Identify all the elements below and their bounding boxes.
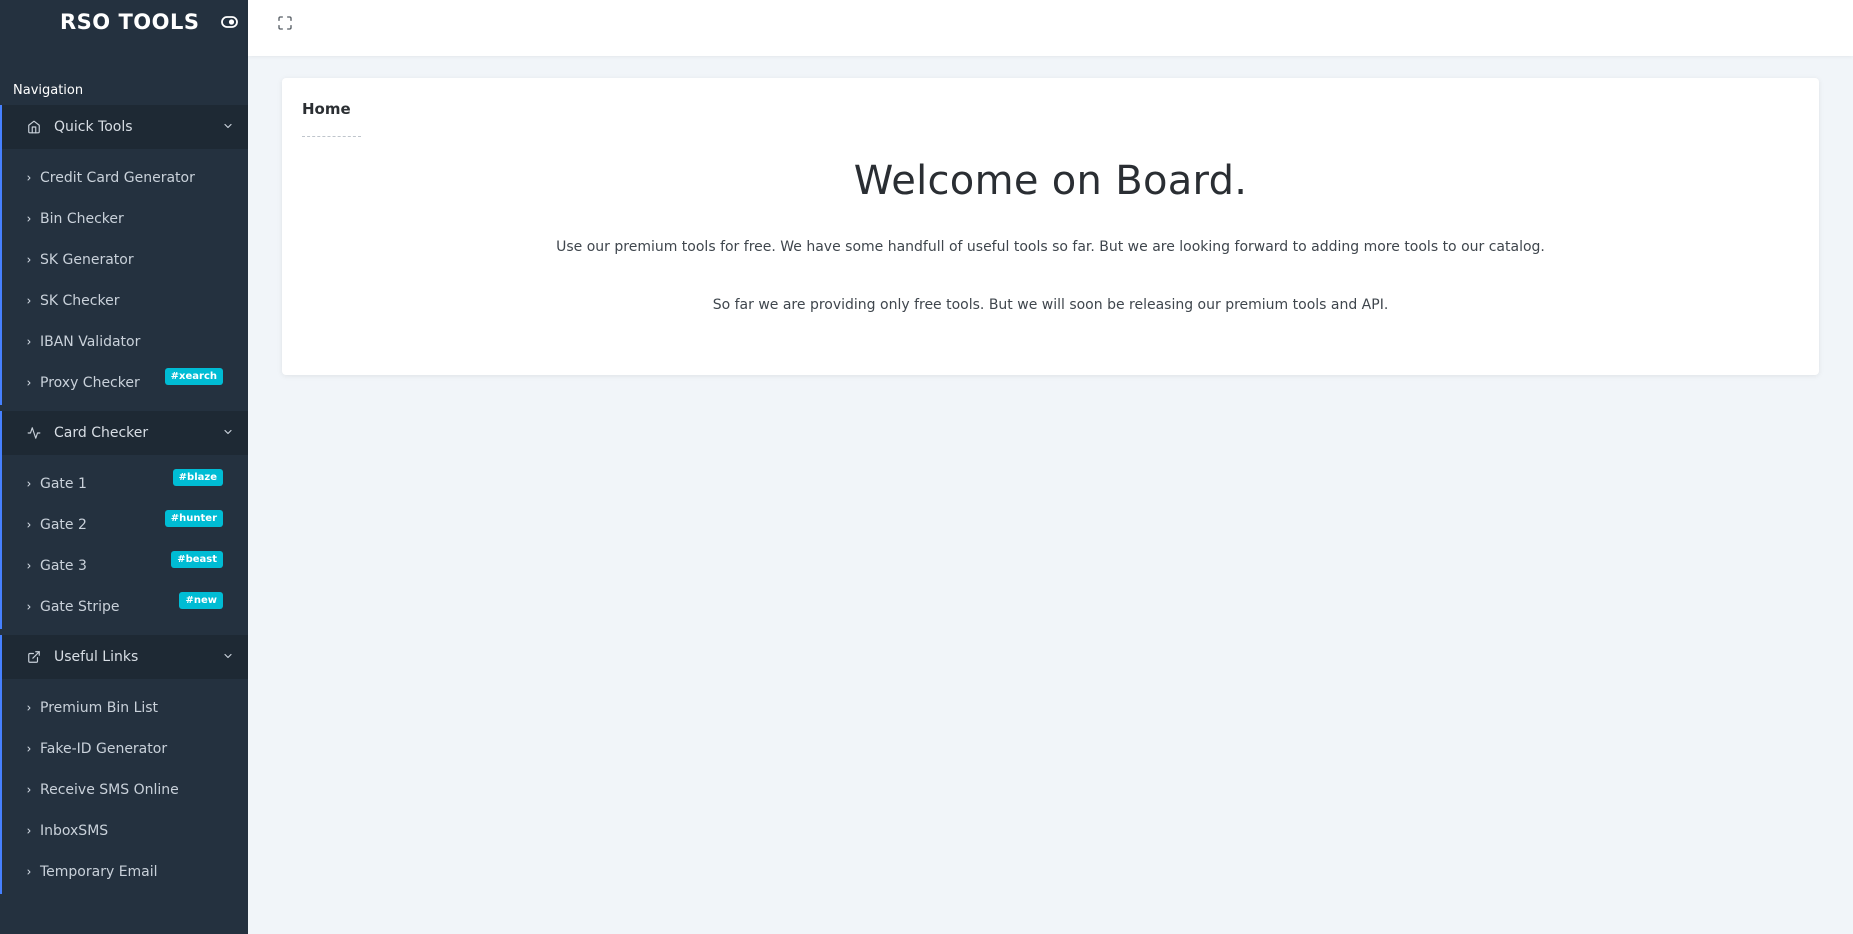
sidebar-item-label: Gate Stripe	[40, 598, 120, 615]
sidebar-item-label: Receive SMS Online	[40, 781, 179, 798]
sidebar-item-label: Bin Checker	[40, 210, 124, 227]
group-header-useful-links[interactable]: Useful Links	[2, 635, 248, 679]
sidebar-item-label: SK Checker	[40, 292, 120, 309]
menu-group-card-checker: Card Checker Gate 1 #blaze Gate 2 #hunte…	[0, 411, 248, 629]
title-underline	[302, 136, 361, 137]
top-bar	[248, 0, 1853, 56]
chevron-right-icon	[24, 561, 34, 571]
sidebar-item-label: Gate 2	[40, 516, 87, 533]
sidebar-item-label: IBAN Validator	[40, 333, 141, 350]
sidebar-item-gate-2[interactable]: Gate 2 #hunter	[2, 504, 248, 545]
sidebar-item-receive-sms-online[interactable]: Receive SMS Online	[2, 769, 248, 810]
toggle-icon[interactable]	[220, 13, 238, 31]
sidebar-item-label: Credit Card Generator	[40, 169, 195, 186]
brand-title[interactable]: RSO TOOLS	[60, 10, 200, 34]
chevron-right-icon	[24, 602, 34, 612]
chevron-down-icon[interactable]	[222, 650, 234, 662]
sidebar-item-label: Proxy Checker	[40, 374, 140, 391]
menu-group-quick-tools: Quick Tools Credit Card Generator Bin Ch…	[0, 105, 248, 405]
nav-caption: Navigation	[13, 83, 84, 98]
chevron-right-icon	[24, 703, 34, 713]
chevron-right-icon	[24, 785, 34, 795]
sidebar-item-premium-bin-list[interactable]: Premium Bin List	[2, 687, 248, 728]
sidebar-item-inboxsms[interactable]: InboxSMS	[2, 810, 248, 851]
sidebar-item-label: SK Generator	[40, 251, 134, 268]
brand: RSO TOOLS	[0, 0, 248, 44]
menu-group-useful-links: Useful Links Premium Bin List Fake-ID Ge…	[0, 635, 248, 894]
tag-badge: #hunter	[164, 510, 223, 527]
chevron-right-icon	[24, 867, 34, 877]
chevron-right-icon	[24, 826, 34, 836]
chevron-down-icon[interactable]	[222, 120, 234, 132]
sub-list: Gate 1 #blaze Gate 2 #hunter Gate 3 #bea…	[2, 455, 248, 629]
sidebar-item-gate-1[interactable]: Gate 1 #blaze	[2, 463, 248, 504]
home-card: Home Welcome on Board. Use our premium t…	[282, 78, 1819, 375]
sidebar-item-credit-card-generator[interactable]: Credit Card Generator	[2, 157, 248, 198]
group-label: Useful Links	[54, 649, 139, 665]
activity-icon	[26, 425, 42, 441]
sidebar-item-gate-stripe[interactable]: Gate Stripe #new	[2, 586, 248, 627]
sidebar-item-label: Gate 1	[40, 475, 87, 492]
home-icon	[26, 119, 42, 135]
tag-badge: #beast	[171, 551, 223, 568]
sidebar-item-label: Premium Bin List	[40, 699, 159, 716]
external-link-icon	[26, 649, 42, 665]
fullscreen-icon[interactable]	[277, 15, 293, 31]
sidebar-item-iban-validator[interactable]: IBAN Validator	[2, 321, 248, 362]
group-header-quick-tools[interactable]: Quick Tools	[2, 105, 248, 149]
sidebar-item-proxy-checker[interactable]: Proxy Checker #xearch	[2, 362, 248, 403]
sidebar-item-fake-id-generator[interactable]: Fake-ID Generator	[2, 728, 248, 769]
sidebar-item-label: InboxSMS	[40, 822, 109, 839]
sidebar-item-sk-checker[interactable]: SK Checker	[2, 280, 248, 321]
info-paragraph: So far we are providing only free tools.…	[712, 297, 1389, 313]
sidebar-item-temporary-email[interactable]: Temporary Email	[2, 851, 248, 892]
sidebar-item-label: Fake-ID Generator	[40, 740, 168, 757]
chevron-right-icon	[24, 214, 34, 224]
sidebar: RSO TOOLS Navigation Quick Tools Credit …	[0, 0, 248, 934]
sub-list: Premium Bin List Fake-ID Generator Recei…	[2, 679, 248, 894]
tag-badge: #xearch	[164, 368, 223, 385]
chevron-right-icon	[24, 173, 34, 183]
intro-paragraph: Use our premium tools for free. We have …	[556, 239, 1545, 255]
tag-badge: #new	[179, 592, 223, 609]
group-header-card-checker[interactable]: Card Checker	[2, 411, 248, 455]
chevron-right-icon	[24, 378, 34, 388]
sidebar-item-label: Gate 3	[40, 557, 87, 574]
tag-badge: #blaze	[172, 469, 223, 486]
sidebar-item-gate-3[interactable]: Gate 3 #beast	[2, 545, 248, 586]
card-title: Home	[302, 100, 351, 118]
sidebar-item-label: Temporary Email	[40, 863, 158, 880]
chevron-right-icon	[24, 337, 34, 347]
chevron-down-icon[interactable]	[222, 426, 234, 438]
chevron-right-icon	[24, 744, 34, 754]
sub-list: Credit Card Generator Bin Checker SK Gen…	[2, 149, 248, 405]
chevron-right-icon	[24, 255, 34, 265]
sidebar-item-sk-generator[interactable]: SK Generator	[2, 239, 248, 280]
welcome-heading: Welcome on Board.	[853, 158, 1248, 204]
group-label: Quick Tools	[54, 119, 133, 135]
chevron-right-icon	[24, 296, 34, 306]
group-label: Card Checker	[54, 425, 149, 441]
sidebar-item-bin-checker[interactable]: Bin Checker	[2, 198, 248, 239]
chevron-right-icon	[24, 479, 34, 489]
chevron-right-icon	[24, 520, 34, 530]
